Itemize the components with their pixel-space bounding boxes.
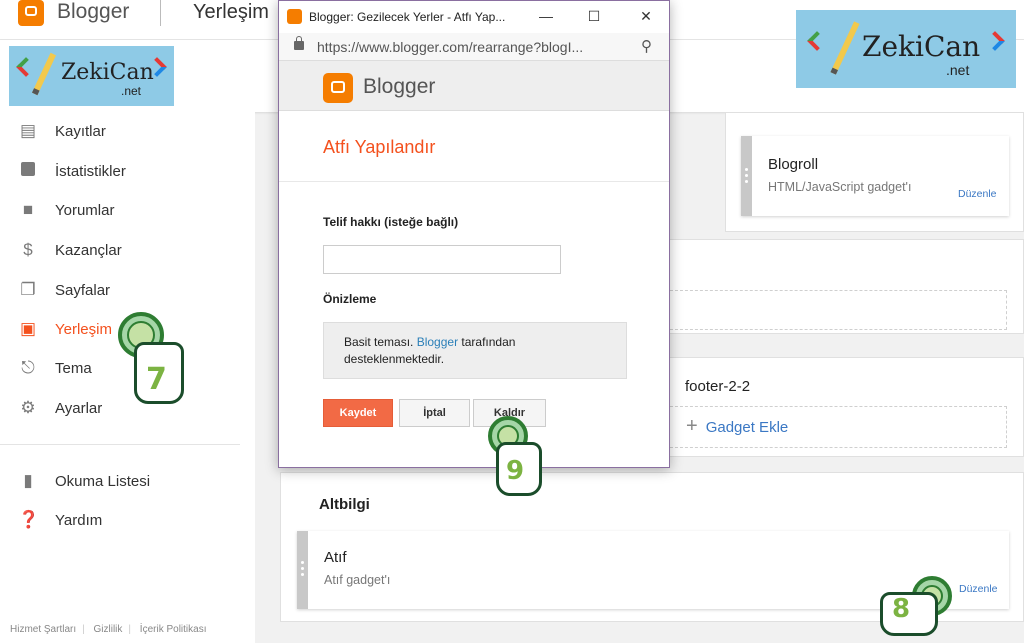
copyright-input[interactable] xyxy=(323,245,561,274)
step-7-pointer: 7 xyxy=(112,312,192,408)
step-9-pointer: 9 xyxy=(486,416,552,498)
layout-icon: ▣ xyxy=(19,319,37,338)
cancel-button[interactable]: İptal xyxy=(399,399,470,427)
sidebar-item-label: Yorumlar xyxy=(55,201,115,219)
sidebar-item-reading-list[interactable]: ▮ Okuma Listesi xyxy=(0,464,240,498)
add-gadget-button[interactable]: + Gadget Ekle xyxy=(686,415,788,438)
section-heading: footer-2-2 xyxy=(685,378,751,395)
maximize-icon[interactable]: ☐ xyxy=(582,6,606,26)
sidebar-item-label: Tema xyxy=(55,359,92,377)
sidebar-item-earnings[interactable]: $ Kazançlar xyxy=(0,233,240,267)
address-bar[interactable]: https://www.blogger.com/rearrange?blogI.… xyxy=(279,33,669,61)
divider xyxy=(279,181,669,182)
drag-handle[interactable] xyxy=(741,136,752,216)
sidebar-item-label: Yerleşim xyxy=(55,320,112,338)
attribution-config-window: Blogger: Gezilecek Yerler - Atfı Yap... … xyxy=(278,0,670,468)
save-button[interactable]: Kaydet xyxy=(323,399,393,427)
footer-links: Hizmet Şartları | Gizlilik | İçerik Politi… xyxy=(10,624,207,635)
zoom-icon[interactable]: ⚲ xyxy=(641,37,652,55)
blogger-logo-icon[interactable] xyxy=(18,0,44,26)
copyright-label: Telif hakkı (isteğe bağlı) xyxy=(323,215,459,229)
page-title: Yerleşim xyxy=(193,1,269,23)
blogger-link[interactable]: Blogger xyxy=(417,335,458,349)
gadget-type: Atıf gadget'ı xyxy=(324,573,391,587)
sidebar-item-label: Sayfalar xyxy=(55,281,111,299)
bookmark-icon: ▮ xyxy=(23,471,33,490)
sidebar-item-label: Kayıtlar xyxy=(55,122,106,140)
zekican-logo: ZekiCan .net xyxy=(796,10,1016,88)
attribution-preview: Basit teması. Blogger tarafından destekl… xyxy=(323,322,627,379)
brand-name[interactable]: Blogger xyxy=(57,0,129,24)
sidebar-item-help[interactable]: ❓ Yardım xyxy=(0,503,240,537)
edit-link[interactable]: Düzenle xyxy=(958,188,997,200)
help-icon: ❓ xyxy=(18,510,40,529)
sidebar-item-posts[interactable]: ▤ Kayıtlar xyxy=(0,114,240,148)
paint-roller-icon: ⎋ xyxy=(21,358,35,377)
add-gadget-label: Gadget Ekle xyxy=(705,419,789,436)
sidebar-item-label: Kazançlar xyxy=(55,241,122,259)
divider xyxy=(0,444,240,445)
step-number: 8 xyxy=(892,594,911,624)
popup-header: Blogger xyxy=(279,61,669,111)
step-number: 9 xyxy=(506,456,525,486)
section-middle xyxy=(665,239,1024,334)
gadget-type: HTML/JavaScript gadget'ı xyxy=(768,180,912,194)
step-8-pointer: 8 xyxy=(878,576,958,642)
stats-icon xyxy=(18,161,38,181)
drop-zone xyxy=(665,290,1007,330)
url-text[interactable]: https://www.blogger.com/rearrange?blogI.… xyxy=(317,39,583,55)
drag-handle[interactable] xyxy=(297,531,308,609)
sidebar-item-comments[interactable]: ■ Yorumlar xyxy=(0,193,240,227)
plus-icon: + xyxy=(686,415,698,437)
gadget-title: Atıf xyxy=(324,549,347,566)
posts-icon: ▤ xyxy=(19,121,37,140)
brand-name: Blogger xyxy=(363,75,436,98)
dollar-icon: $ xyxy=(23,240,33,259)
sidebar-item-label: Ayarlar xyxy=(55,399,103,417)
sidebar-item-stats[interactable]: İstatistikler xyxy=(0,154,240,188)
minimize-icon[interactable]: — xyxy=(534,6,558,26)
sidebar-item-pages[interactable]: ❐ Sayfalar xyxy=(0,273,240,307)
close-icon[interactable]: ✕ xyxy=(634,6,658,26)
dialog-heading: Atfı Yapılandır xyxy=(323,137,436,157)
add-gadget-zone[interactable]: + Gadget Ekle xyxy=(665,406,1007,448)
preview-label: Önizleme xyxy=(323,292,377,306)
comments-icon: ■ xyxy=(22,200,34,219)
divider xyxy=(160,0,161,26)
gadget-blogroll[interactable]: Blogroll HTML/JavaScript gadget'ı Düzenl… xyxy=(741,136,1009,216)
window-title-bar[interactable]: Blogger: Gezilecek Yerler - Atfı Yap... … xyxy=(279,1,669,33)
section-sidebar-right-3: Blogroll HTML/JavaScript gadget'ı Düzenl… xyxy=(725,112,1024,232)
window-title: Blogger: Gezilecek Yerler - Atfı Yap... xyxy=(309,10,506,24)
sidebar-item-label: İstatistikler xyxy=(55,162,126,180)
gadget-title: Blogroll xyxy=(768,156,819,173)
terms-link[interactable]: Hizmet Şartları xyxy=(10,624,76,635)
sidebar-item-label: Okuma Listesi xyxy=(55,472,151,490)
zekican-logo: ZekiCan .net xyxy=(9,46,174,106)
preview-text: Basit teması. Blogger tarafından destekl… xyxy=(344,335,516,366)
gear-icon: ⚙ xyxy=(20,398,36,417)
step-number: 7 xyxy=(146,362,167,397)
lock-icon xyxy=(294,36,304,50)
pages-icon: ❐ xyxy=(20,280,36,299)
edit-link[interactable]: Düzenle xyxy=(959,583,998,595)
section-heading: Altbilgi xyxy=(319,496,370,513)
blogger-logo-icon xyxy=(323,73,353,103)
blogger-favicon-icon xyxy=(287,9,302,24)
section-footer-2-2: footer-2-2 + Gadget Ekle xyxy=(665,357,1024,457)
sidebar-item-label: Yardım xyxy=(55,511,103,529)
privacy-link[interactable]: Gizlilik xyxy=(94,624,123,635)
content-policy-link[interactable]: İçerik Politikası xyxy=(140,624,207,635)
